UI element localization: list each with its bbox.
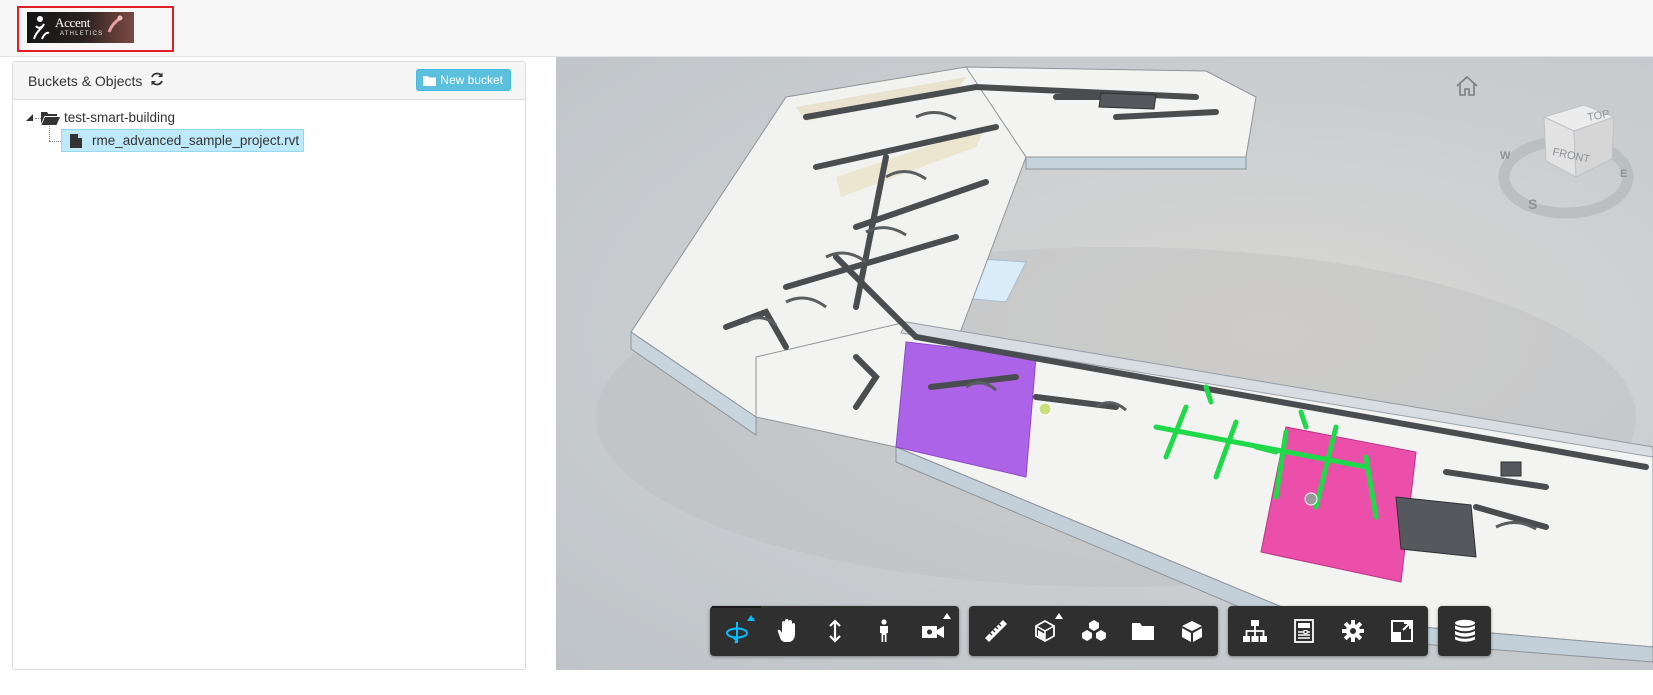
refresh-icon[interactable] [149, 71, 165, 87]
selected-object[interactable]: rme_advanced_sample_project.rvt [61, 129, 305, 152]
tree-item-bucket[interactable]: test-smart-building [23, 106, 175, 128]
building-model-canvas[interactable] [556, 57, 1653, 670]
collapse-toggle-icon[interactable] [23, 111, 35, 123]
menu-indicator [943, 613, 951, 619]
model-browser-button[interactable] [1118, 606, 1167, 656]
runner-accent-icon [107, 15, 123, 33]
buckets-panel: Buckets & Objects New bucket test-smart-… [12, 61, 526, 670]
structure-icon [1242, 620, 1267, 642]
fullscreen-icon [1390, 620, 1413, 642]
database-icon [1454, 619, 1475, 642]
menu-indicator [1055, 613, 1063, 619]
structure-button[interactable] [1230, 606, 1279, 656]
object-name: rme_advanced_sample_project.rvt [92, 133, 300, 148]
file-icon [70, 133, 82, 148]
measure-button[interactable] [971, 606, 1020, 656]
compass-west-label: W [1500, 150, 1511, 162]
fullscreen-button[interactable] [1377, 606, 1426, 656]
pan-icon [777, 619, 795, 642]
viewer-toolbar [710, 606, 1491, 656]
tree-item-object[interactable]: rme_advanced_sample_project.rvt [61, 129, 305, 152]
zoom-button[interactable] [810, 606, 859, 656]
settings-button[interactable] [1328, 606, 1377, 656]
document-browser-icon [1293, 619, 1314, 643]
bucket-name: test-smart-building [64, 109, 176, 125]
camera-icon [921, 626, 944, 638]
panel-title: Buckets & Objects [28, 73, 143, 89]
panel-heading: Buckets & Objects New bucket [13, 62, 525, 100]
menu-indicator [747, 615, 755, 621]
properties-icon [1181, 621, 1202, 642]
model-tools-group [969, 606, 1218, 656]
folder-open-icon [41, 111, 60, 125]
compass-east-label: E [1620, 168, 1627, 180]
viewcube[interactable]: TOP FRONT W E S [1496, 97, 1646, 227]
zoom-icon [828, 619, 841, 643]
orbit-icon [725, 622, 748, 644]
section-icon [1034, 619, 1055, 643]
accent-athletics-logo[interactable]: Accent ATHLETICS [27, 12, 134, 43]
logo-frame: Accent ATHLETICS [17, 6, 174, 52]
forge-viewer[interactable]: TOP FRONT W E S [556, 57, 1653, 670]
database-button[interactable] [1440, 606, 1489, 656]
logo-subtitle: ATHLETICS [60, 31, 104, 37]
first-person-icon [879, 619, 888, 642]
explode-icon [1081, 620, 1106, 641]
pan-button[interactable] [761, 606, 810, 656]
document-browser-button[interactable] [1279, 606, 1328, 656]
navigation-tools-group [710, 606, 959, 656]
measure-icon [984, 620, 1007, 642]
properties-button[interactable] [1167, 606, 1216, 656]
data-tools-group [1438, 606, 1491, 656]
compass-south-label: S [1528, 196, 1537, 212]
athlete-logo-icon [33, 16, 50, 40]
section-button[interactable] [1020, 606, 1069, 656]
model-browser-icon [1131, 623, 1154, 640]
settings-tools-group [1228, 606, 1428, 656]
orbit-button[interactable] [712, 606, 761, 656]
folder-icon [423, 75, 437, 86]
home-icon[interactable] [1455, 75, 1479, 97]
gear-icon [1341, 620, 1364, 642]
explode-button[interactable] [1069, 606, 1118, 656]
new-bucket-label: New bucket [440, 73, 503, 87]
tree-connector [49, 141, 61, 142]
logo-name: Accent [55, 15, 91, 30]
top-navbar: Accent ATHLETICS [0, 0, 1653, 57]
new-bucket-button[interactable]: New bucket [416, 69, 511, 91]
first-person-button[interactable] [859, 606, 908, 656]
camera-button[interactable] [908, 606, 957, 656]
